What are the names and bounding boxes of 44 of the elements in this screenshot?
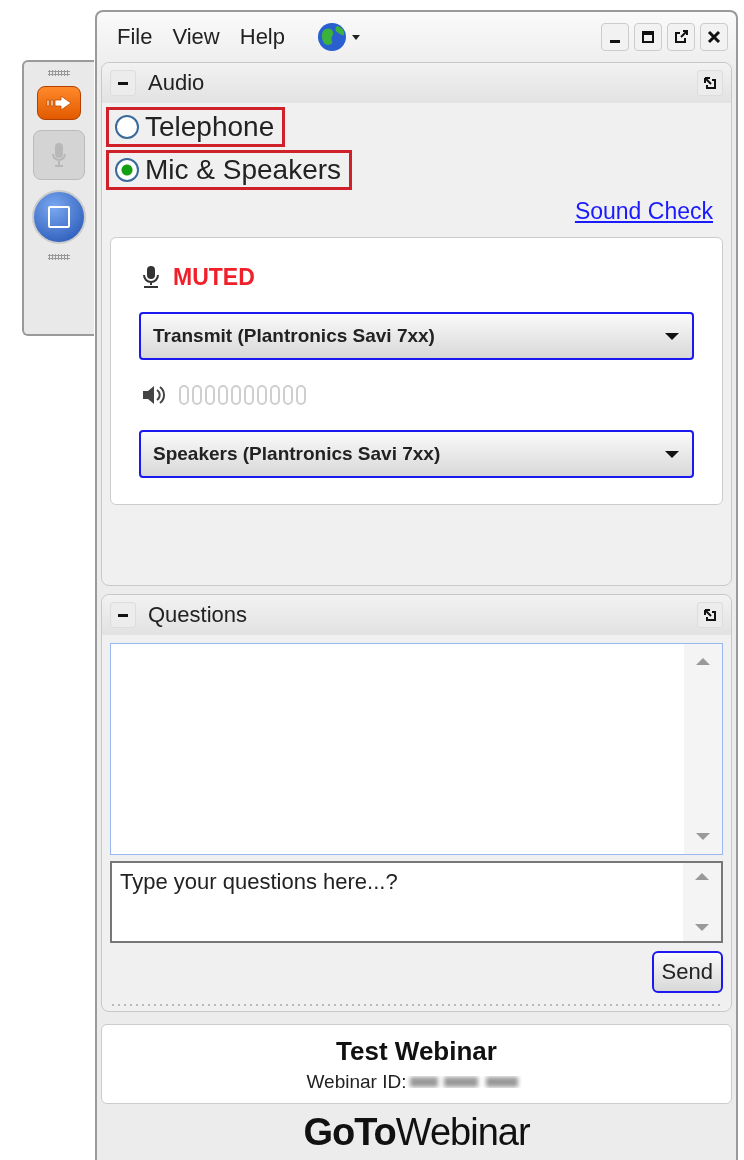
speaker-icon (141, 384, 167, 406)
webinar-id-label: Webinar ID: (306, 1070, 407, 1093)
maximize-icon (641, 30, 655, 44)
screen-button[interactable] (32, 190, 86, 244)
minimize-icon (610, 39, 620, 43)
radio-option[interactable]: Telephone (106, 107, 286, 147)
radio-button[interactable] (115, 158, 139, 182)
menu-item[interactable]: View (172, 24, 220, 50)
send-button[interactable]: Send (651, 951, 723, 993)
scrollbar[interactable] (683, 863, 721, 941)
microphone-dropdown[interactable]: Transmit (Plantronics Savi 7xx) (139, 312, 694, 360)
globe-icon[interactable] (317, 22, 361, 52)
muted-status: MUTED (173, 263, 255, 291)
undock-icon (703, 76, 717, 90)
menu-item[interactable]: Help (239, 24, 285, 50)
radio-button[interactable] (115, 115, 139, 139)
maximize-button[interactable] (634, 23, 662, 51)
panel-title: Questions (148, 602, 248, 628)
microphone-icon (51, 142, 67, 168)
popout-button[interactable] (667, 23, 695, 51)
collapse-button[interactable] (110, 602, 136, 628)
sound-check-link[interactable]: Sound Check (574, 198, 713, 225)
close-icon (707, 30, 721, 44)
caret-icon (664, 449, 680, 459)
level-meter-icon (179, 385, 306, 405)
speaker-dropdown[interactable]: Speakers (Plantronics Savi 7xx) (139, 430, 694, 478)
popout-icon (674, 30, 688, 44)
undock-icon (703, 608, 717, 622)
panel-title: Audio (148, 70, 205, 96)
grip-icon[interactable] (48, 70, 70, 76)
minimize-button[interactable] (601, 23, 629, 51)
arrow-button[interactable] (37, 86, 81, 120)
caret-icon (664, 331, 680, 341)
undock-button[interactable] (697, 70, 723, 96)
close-button[interactable] (700, 23, 728, 51)
microphone-icon (141, 265, 161, 289)
menu-item[interactable]: File (117, 24, 153, 50)
undock-button[interactable] (697, 602, 723, 628)
scrollbar[interactable] (684, 644, 722, 854)
logo: GoToWebinar (303, 1110, 530, 1154)
radio-option[interactable]: Mic & Speakers (106, 150, 353, 190)
grip-icon[interactable] (48, 254, 70, 260)
webinar-title: Test Webinar (336, 1035, 497, 1067)
collapse-button[interactable] (110, 70, 136, 96)
